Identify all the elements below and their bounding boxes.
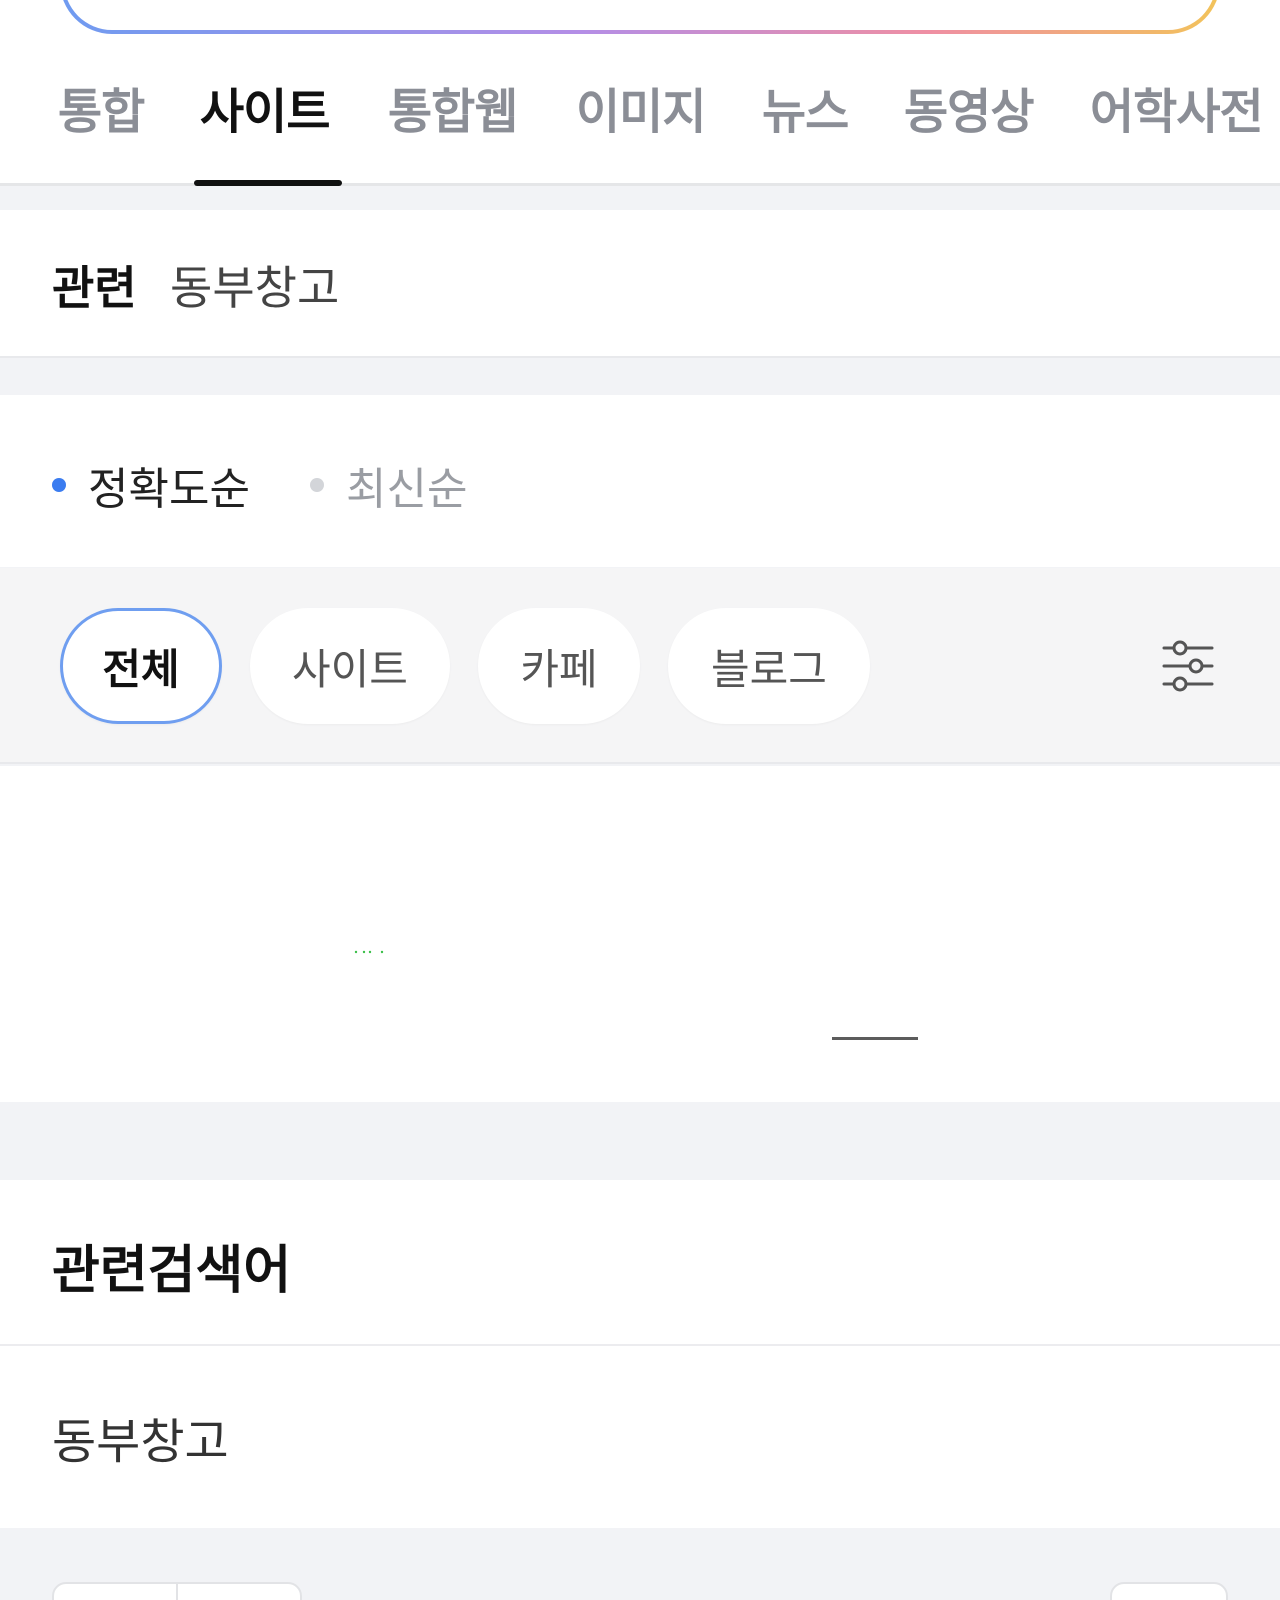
related-searches: 관련검색어 동부창고 (0, 1180, 1280, 1528)
sliders-icon[interactable] (1160, 638, 1216, 694)
bottom-bar (0, 1530, 1280, 1600)
related-keyword-link[interactable]: 동부창고 (170, 252, 339, 318)
tab-site[interactable]: 사이트 (200, 72, 330, 142)
search-results-page: 통합 사이트 통합웹 이미지 뉴스 동영상 어학사전 관련 동부창고 정확도순 … (0, 0, 1280, 1600)
filter-bar: 전체 사이트 카페 블로그 (0, 568, 1280, 764)
pagination-buttons (52, 1582, 302, 1600)
tab-integrated[interactable]: 통합 (58, 72, 145, 142)
chip-site[interactable]: 사이트 (250, 608, 450, 724)
sort-accuracy[interactable]: 정확도순 (52, 453, 250, 517)
prev-button[interactable] (54, 1584, 178, 1600)
tab-integrated-web[interactable]: 통합웹 (388, 72, 518, 142)
search-tabs: 통합 사이트 통합웹 이미지 뉴스 동영상 어학사전 (0, 0, 1280, 186)
sort-options: 정확도순 최신순 (0, 395, 1280, 567)
related-section: 관련 동부창고 (0, 210, 1280, 358)
chip-all[interactable]: 전체 (60, 608, 222, 724)
loading-line (832, 1037, 918, 1040)
tab-images[interactable]: 이미지 (576, 72, 706, 142)
sort-latest[interactable]: 최신순 (310, 453, 467, 517)
related-search-item[interactable]: 동부창고 (52, 1402, 229, 1472)
tab-videos[interactable]: 동영상 (904, 72, 1034, 142)
tab-dictionary[interactable]: 어학사전 (1090, 72, 1264, 142)
chip-cafe[interactable]: 카페 (478, 608, 640, 724)
loading-indicator-icon (354, 950, 384, 954)
results-area (0, 766, 1280, 1102)
sort-accuracy-label: 정확도순 (88, 464, 250, 515)
active-tab-indicator (194, 180, 342, 186)
sort-latest-label: 최신순 (346, 464, 468, 515)
next-button[interactable] (178, 1584, 300, 1600)
unselected-dot-icon (310, 478, 324, 492)
divider (0, 1344, 1280, 1346)
top-button[interactable] (1110, 1582, 1228, 1600)
selected-dot-icon (52, 478, 66, 492)
related-searches-title: 관련검색어 (52, 1241, 292, 1301)
chip-blog[interactable]: 블로그 (668, 608, 870, 724)
search-bar[interactable] (60, 0, 1220, 34)
tab-news[interactable]: 뉴스 (762, 72, 849, 142)
related-title: 관련 (52, 261, 137, 315)
